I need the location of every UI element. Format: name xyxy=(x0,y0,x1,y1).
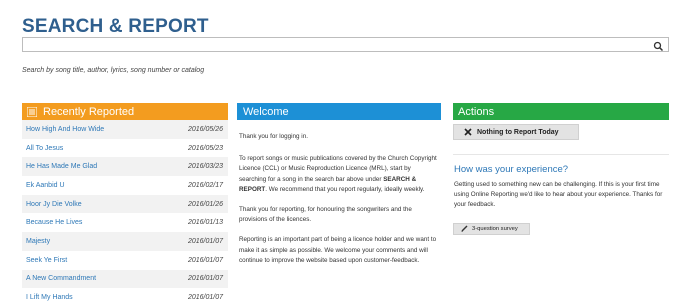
song-link[interactable]: He Has Made Me Glad xyxy=(26,163,97,170)
song-date: 2016/01/13 xyxy=(187,219,223,227)
song-date: 2016/01/07 xyxy=(187,256,223,264)
welcome-body: Thank you for logging in. To report song… xyxy=(237,132,441,266)
search-input[interactable] xyxy=(23,38,648,51)
divider xyxy=(453,154,669,155)
actions-header: Actions xyxy=(453,103,669,120)
welcome-paragraph: Reporting is an important part of being … xyxy=(239,236,437,264)
welcome-paragraph: Thank you for reporting, for honouring t… xyxy=(239,206,412,224)
welcome-instructions: To report songs or music publications co… xyxy=(239,154,439,195)
song-link[interactable]: How High And How Wide xyxy=(26,126,104,133)
song-date: 2016/01/07 xyxy=(187,275,223,283)
welcome-title: Welcome xyxy=(243,105,289,118)
recently-reported-header: Recently Reported xyxy=(22,103,228,120)
recently-reported-list: How High And How Wide 2016/05/26 All To … xyxy=(22,120,228,307)
song-link[interactable]: I Lift My Hands xyxy=(26,294,73,301)
song-link[interactable]: Hoor Jy Die Volke xyxy=(26,201,82,208)
list-item: Because He Lives 2016/01/13 xyxy=(22,213,228,233)
pencil-icon xyxy=(461,225,468,232)
song-date: 2016/01/07 xyxy=(187,294,223,302)
welcome-header: Welcome xyxy=(237,103,441,120)
experience-title: How was your experience? xyxy=(454,164,569,175)
list-item: He Has Made Me Glad 2016/03/23 xyxy=(22,157,228,177)
list-item: Majesty 2016/01/07 xyxy=(22,232,228,251)
welcome-text: . We recommend that you report regularly… xyxy=(265,185,425,193)
search-hint: Search by song title, author, lyrics, so… xyxy=(22,67,205,74)
song-date: 2016/03/23 xyxy=(187,163,223,171)
experience-text: Getting used to something new can be cha… xyxy=(454,181,663,209)
welcome-panel: Welcome Thank you for logging in. To rep… xyxy=(237,103,441,266)
song-link[interactable]: All To Jesus xyxy=(26,145,63,152)
list-item: A New Commandment 2016/01/07 xyxy=(22,269,228,289)
song-link[interactable]: Because He Lives xyxy=(26,219,82,226)
song-link[interactable]: Ek Aanbid U xyxy=(26,182,65,189)
song-link[interactable]: Seek Ye First xyxy=(26,257,67,264)
x-icon xyxy=(464,128,472,136)
nothing-to-report-button[interactable]: Nothing to Report Today xyxy=(453,124,579,140)
survey-label: 3-question survey xyxy=(472,225,518,232)
song-date: 2016/05/26 xyxy=(187,125,223,133)
song-date: 2016/02/17 xyxy=(187,181,223,189)
song-date: 2016/05/23 xyxy=(187,144,223,152)
list-item: Seek Ye First 2016/01/07 xyxy=(22,250,228,270)
list-item: I Lift My Hands 2016/01/07 xyxy=(22,288,228,307)
recently-reported-title: Recently Reported xyxy=(43,105,135,118)
actions-panel: Actions Nothing to Report Today How was … xyxy=(453,103,669,235)
search-button[interactable] xyxy=(653,39,664,52)
actions-title: Actions xyxy=(458,105,495,118)
nothing-to-report-label: Nothing to Report Today xyxy=(477,128,559,136)
list-item: Ek Aanbid U 2016/02/17 xyxy=(22,176,228,195)
welcome-paragraph: Thank you for logging in. xyxy=(239,133,308,140)
song-link[interactable]: Majesty xyxy=(26,238,50,245)
survey-button[interactable]: 3-question survey xyxy=(453,222,530,235)
list-item: Hoor Jy Die Volke 2016/01/26 xyxy=(22,194,228,214)
list-item: All To Jesus 2016/05/23 xyxy=(22,138,228,158)
search-bar[interactable] xyxy=(22,37,669,52)
song-date: 2016/01/07 xyxy=(187,237,223,245)
song-link[interactable]: A New Commandment xyxy=(26,275,96,282)
list-icon xyxy=(27,106,37,117)
list-item: How High And How Wide 2016/05/26 xyxy=(22,120,228,139)
recently-reported-panel: Recently Reported How High And How Wide … xyxy=(22,103,228,307)
song-date: 2016/01/26 xyxy=(187,200,223,208)
search-icon xyxy=(653,41,664,52)
page-title: SEARCH & REPORT xyxy=(22,16,209,37)
